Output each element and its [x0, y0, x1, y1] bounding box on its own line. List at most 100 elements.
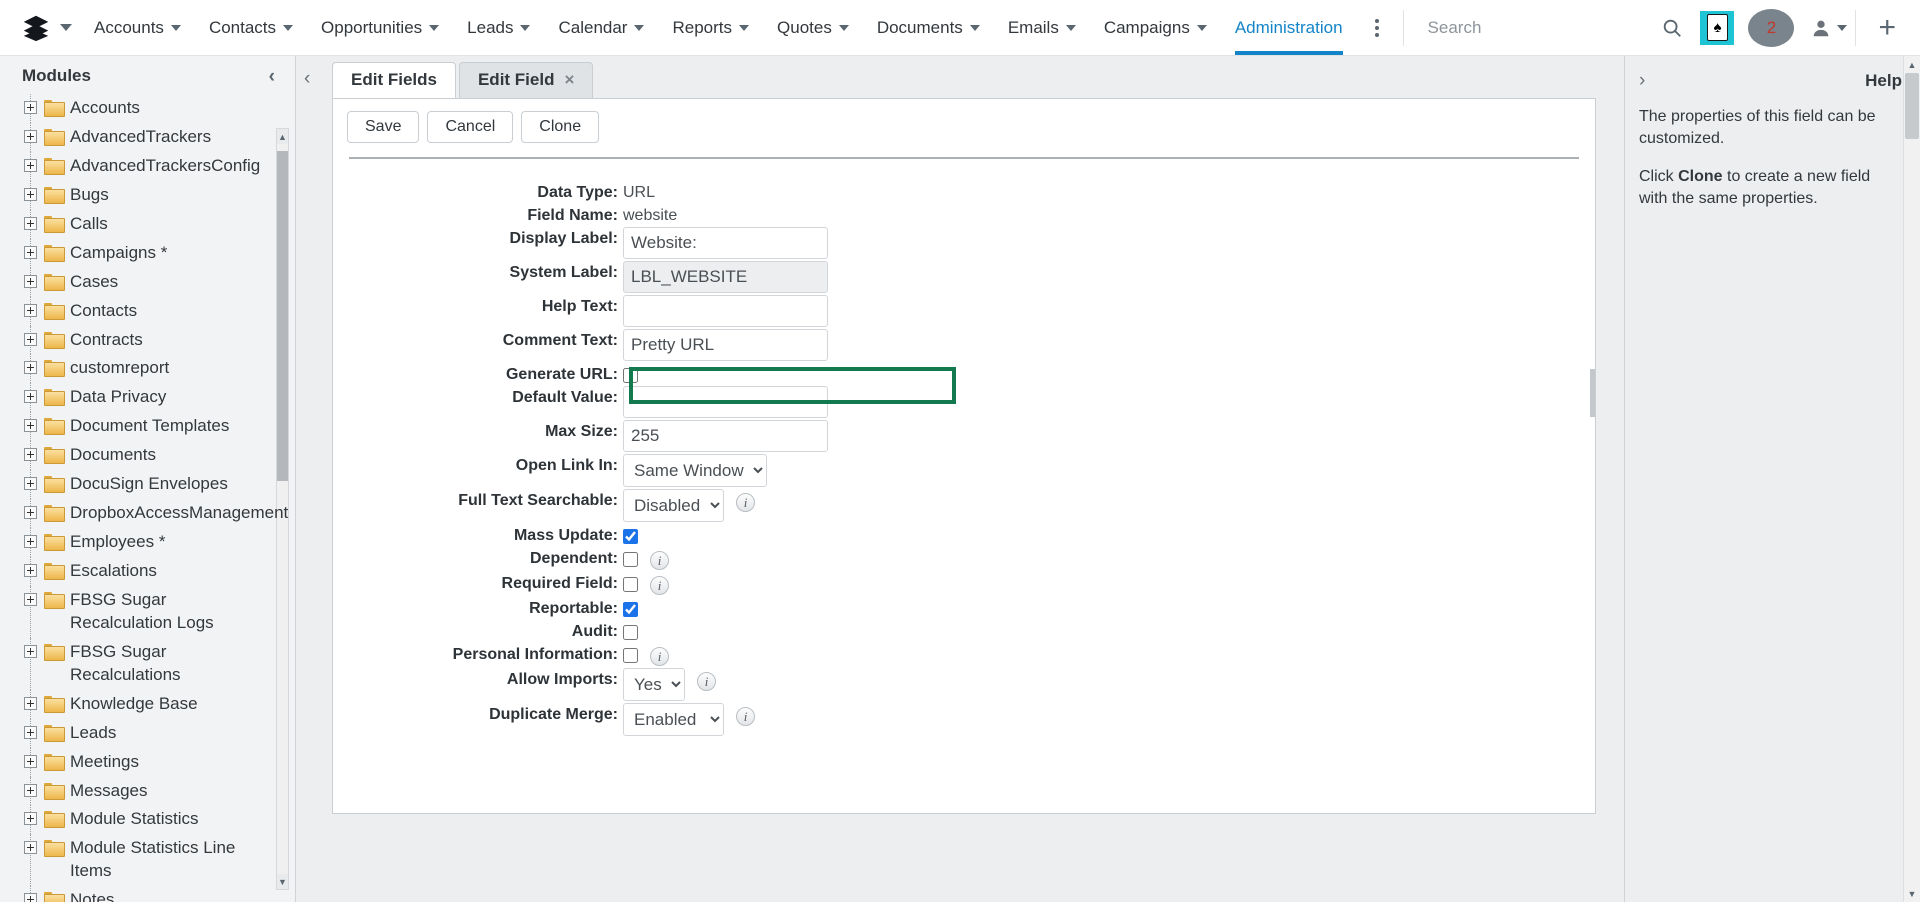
sidebar-item-leads[interactable]: Leads [24, 719, 273, 748]
sidebar-item-knowledge-base[interactable]: Knowledge Base [24, 690, 273, 719]
expand-plus-icon[interactable] [24, 841, 37, 854]
nav-item-leads[interactable]: Leads [453, 0, 544, 55]
input-generate-url[interactable] [623, 368, 638, 383]
sidebar-item-accounts[interactable]: Accounts [24, 94, 273, 123]
sidebar-item-campaigns[interactable]: Campaigns * [24, 239, 273, 268]
expand-plus-icon[interactable] [24, 419, 37, 432]
expand-plus-icon[interactable] [24, 361, 37, 374]
expand-plus-icon[interactable] [24, 755, 37, 768]
sidebar-collapse-chevron-left-icon[interactable]: ‹ [265, 67, 279, 86]
expand-plus-icon[interactable] [24, 304, 37, 317]
info-icon-full-text-searchable[interactable]: i [736, 493, 755, 512]
nav-item-contacts[interactable]: Contacts [195, 0, 307, 55]
input-display-label[interactable] [623, 227, 828, 259]
sidebar-item-data-privacy[interactable]: Data Privacy [24, 383, 273, 412]
info-icon-personal-information[interactable]: i [650, 647, 669, 666]
input-comment-text[interactable] [623, 329, 828, 361]
nav-item-emails[interactable]: Emails [994, 0, 1090, 55]
sidebar-item-calls[interactable]: Calls [24, 210, 273, 239]
input-audit[interactable] [623, 625, 638, 640]
expand-plus-icon[interactable] [24, 390, 37, 403]
info-icon-dependent[interactable]: i [650, 551, 669, 570]
expand-plus-icon[interactable] [24, 246, 37, 259]
input-full-text-searchable[interactable]: DisabledEnabled [623, 489, 724, 522]
input-default-value[interactable] [623, 386, 828, 418]
sidebar-scroll-thumb[interactable] [277, 151, 288, 481]
expand-plus-icon[interactable] [24, 448, 37, 461]
panel-resize-handle[interactable] [1590, 369, 1595, 417]
sidebar-item-fbsg-sugar-recalculation-logs[interactable]: FBSG Sugar Recalculation Logs [24, 586, 273, 638]
expand-plus-icon[interactable] [24, 593, 37, 606]
expand-plus-icon[interactable] [24, 645, 37, 658]
spade-card-icon[interactable]: ♠ [1700, 11, 1734, 45]
nav-item-opportunities[interactable]: Opportunities [307, 0, 453, 55]
input-max-size[interactable] [623, 420, 828, 452]
input-system-label[interactable] [623, 261, 828, 293]
expand-plus-icon[interactable] [24, 101, 37, 114]
sidebar-item-notes[interactable]: Notes [24, 886, 273, 902]
sidebar-item-module-statistics-line-items[interactable]: Module Statistics Line Items [24, 834, 273, 886]
info-icon-duplicate-merge[interactable]: i [736, 707, 755, 726]
app-logo-menu[interactable] [0, 0, 80, 55]
tab-edit-field[interactable]: Edit Field× [459, 62, 593, 98]
sidebar-item-cases[interactable]: Cases [24, 268, 273, 297]
help-expand-chevron-right-icon[interactable]: › [1639, 70, 1645, 92]
expand-plus-icon[interactable] [24, 477, 37, 490]
expand-plus-icon[interactable] [24, 812, 37, 825]
expand-plus-icon[interactable] [24, 506, 37, 519]
user-menu-button[interactable] [1802, 17, 1855, 39]
input-help-text[interactable] [623, 295, 828, 327]
sidebar-item-module-statistics[interactable]: Module Statistics [24, 805, 273, 834]
page-scrollbar[interactable]: ▲ ▼ [1903, 56, 1920, 902]
sidebar-item-docusign-envelopes[interactable]: DocuSign Envelopes [24, 470, 273, 499]
sidebar-item-advancedtrackers[interactable]: AdvancedTrackers [24, 123, 273, 152]
expand-plus-icon[interactable] [24, 217, 37, 230]
page-scroll-down-icon[interactable]: ▼ [1904, 885, 1920, 902]
expand-plus-icon[interactable] [24, 130, 37, 143]
sidebar-item-dropboxaccessmanagement[interactable]: DropboxAccessManagement [24, 499, 273, 528]
cancel-button[interactable]: Cancel [427, 111, 513, 143]
input-personal-information[interactable] [623, 648, 638, 663]
expand-plus-icon[interactable] [24, 188, 37, 201]
quick-create-button[interactable]: + [1855, 10, 1916, 46]
page-scroll-up-icon[interactable]: ▲ [1904, 56, 1920, 73]
expand-plus-icon[interactable] [24, 784, 37, 797]
nav-item-calendar[interactable]: Calendar [544, 0, 658, 55]
sidebar-item-document-templates[interactable]: Document Templates [24, 412, 273, 441]
global-search[interactable] [1403, 10, 1651, 46]
tab-edit-fields[interactable]: Edit Fields [332, 62, 456, 98]
nav-item-quotes[interactable]: Quotes [763, 0, 863, 55]
sidebar-item-employees[interactable]: Employees * [24, 528, 273, 557]
input-duplicate-merge[interactable]: EnabledDisabled [623, 703, 724, 736]
save-button[interactable]: Save [347, 111, 419, 143]
sidebar-item-advancedtrackersconfig[interactable]: AdvancedTrackersConfig [24, 152, 273, 181]
main-collapse-chevron-left-icon[interactable]: ‹ [304, 68, 310, 90]
expand-plus-icon[interactable] [24, 893, 37, 902]
nav-item-administration[interactable]: Administration [1221, 0, 1357, 55]
expand-plus-icon[interactable] [24, 697, 37, 710]
input-required-field[interactable] [623, 577, 638, 592]
sidebar-item-escalations[interactable]: Escalations [24, 557, 273, 586]
input-reportable[interactable] [623, 602, 638, 617]
expand-plus-icon[interactable] [24, 564, 37, 577]
page-scroll-thumb[interactable] [1905, 73, 1919, 139]
info-icon-allow-imports[interactable]: i [697, 672, 716, 691]
sidebar-item-bugs[interactable]: Bugs [24, 181, 273, 210]
search-input[interactable] [1426, 17, 1596, 39]
clone-button[interactable]: Clone [521, 111, 599, 143]
sidebar-item-contracts[interactable]: Contracts [24, 326, 273, 355]
tab-close-icon[interactable]: × [564, 70, 574, 90]
more-menu-icon[interactable] [1357, 19, 1397, 37]
expand-plus-icon[interactable] [24, 726, 37, 739]
nav-item-reports[interactable]: Reports [658, 0, 763, 55]
avatar[interactable]: 2 [1748, 9, 1794, 47]
sidebar-item-contacts[interactable]: Contacts [24, 297, 273, 326]
expand-plus-icon[interactable] [24, 275, 37, 288]
expand-plus-icon[interactable] [24, 535, 37, 548]
sidebar-item-meetings[interactable]: Meetings [24, 748, 273, 777]
sidebar-item-customreport[interactable]: customreport [24, 354, 273, 383]
sidebar-item-messages[interactable]: Messages [24, 777, 273, 806]
input-mass-update[interactable] [623, 529, 638, 544]
scroll-up-arrow-icon[interactable]: ▲ [277, 129, 288, 144]
scroll-down-arrow-icon[interactable]: ▼ [277, 874, 288, 889]
